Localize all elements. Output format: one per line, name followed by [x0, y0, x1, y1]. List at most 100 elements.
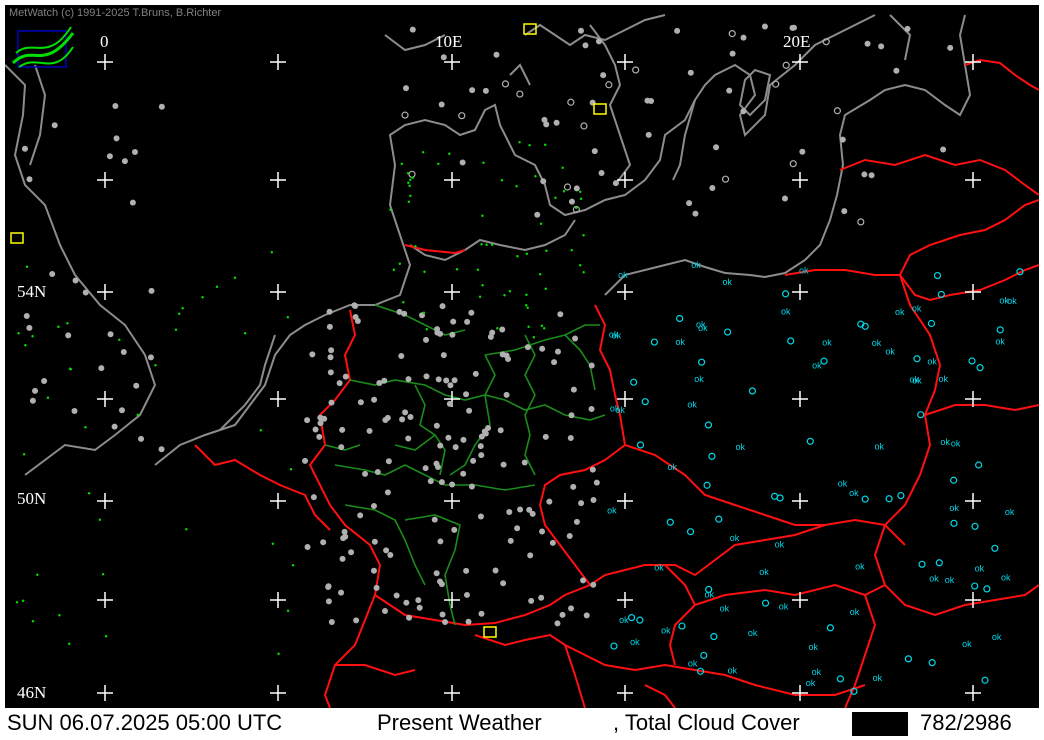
station-symbol — [904, 25, 911, 32]
station-symbol — [636, 616, 644, 624]
station-symbol: • — [500, 175, 503, 185]
station-symbol: • — [26, 262, 29, 272]
station-symbol — [528, 597, 535, 604]
station-symbol — [326, 323, 333, 330]
station-symbol — [415, 597, 422, 604]
station-symbol: • — [392, 265, 395, 275]
station-symbol: ok — [618, 270, 628, 280]
station-symbol — [789, 160, 797, 168]
station-symbol — [514, 525, 521, 532]
station-symbol — [29, 397, 36, 404]
station-symbol: • — [290, 465, 293, 475]
station-symbol — [940, 146, 947, 153]
station-symbol — [820, 357, 828, 365]
station-symbol — [327, 369, 334, 376]
station-symbol — [700, 651, 708, 660]
map-window: ok ok ok ok ok ok ok ok ok ok ok ok ok ok ok ok ok ok ok ok… — [0, 0, 1044, 740]
station-symbol: ok — [927, 356, 937, 366]
station-symbol: • — [244, 328, 247, 338]
station-symbol — [554, 620, 561, 627]
station-symbols: okokokokokokokokokokokokokokokokok okokok… — [10, 23, 1024, 695]
graticule-cross — [270, 54, 286, 70]
station-symbol — [499, 351, 506, 358]
station-symbol: • — [539, 270, 542, 280]
station-symbol — [310, 494, 317, 501]
station-symbol — [120, 348, 127, 355]
station-symbol — [478, 452, 485, 459]
station-symbol — [470, 457, 477, 464]
station-symbol — [710, 632, 718, 641]
station-symbol: • — [17, 328, 20, 338]
station-symbol — [384, 489, 391, 496]
station-symbol — [526, 506, 533, 513]
station-symbol — [573, 518, 580, 525]
graticule-cross — [97, 391, 113, 407]
station-symbol: ok — [929, 574, 939, 584]
station-symbol — [568, 605, 575, 612]
station-symbol — [482, 87, 489, 94]
station-symbol: ok — [949, 503, 959, 513]
station-symbol — [534, 211, 541, 218]
station-symbol — [839, 136, 846, 143]
station-symbol: • — [437, 159, 440, 169]
station-symbol: • — [136, 410, 139, 420]
graticule-cross — [792, 284, 808, 300]
station-symbol: ok — [992, 632, 1002, 642]
station-symbol — [385, 458, 392, 465]
station-symbol — [553, 119, 560, 126]
graticule-cross — [965, 172, 981, 188]
station-symbol — [928, 659, 936, 667]
station-symbol — [325, 583, 332, 590]
station-symbol — [708, 452, 716, 460]
station-symbol — [121, 158, 128, 165]
station-symbol — [996, 326, 1004, 334]
station-symbol — [927, 319, 936, 328]
station-symbol — [857, 218, 865, 226]
station-symbol — [423, 336, 430, 343]
station-symbol: ok — [607, 505, 617, 515]
weather-map[interactable]: ok ok ok ok ok ok ok ok ok ok ok ok ok ok ok ok ok ok ok ok… — [5, 5, 1039, 708]
station-symbol — [382, 608, 389, 615]
station-symbol — [398, 352, 405, 359]
station-symbol — [841, 208, 848, 215]
station-symbol — [383, 547, 390, 554]
station-symbol — [836, 675, 845, 683]
graticule-crosses — [97, 54, 981, 701]
station-symbol: • — [528, 140, 531, 150]
station-symbol — [492, 567, 499, 574]
station-symbol — [950, 519, 958, 527]
station-symbol — [312, 426, 319, 433]
station-symbol: • — [286, 313, 289, 323]
station-symbol — [918, 560, 926, 568]
station-symbol — [595, 38, 602, 45]
station-symbol — [466, 407, 473, 414]
metwatch-logo-icon — [11, 26, 75, 68]
station-symbol — [644, 97, 651, 104]
station-symbol: • — [476, 265, 479, 275]
graticule-cross — [444, 172, 460, 188]
station-symbol: • — [31, 616, 34, 626]
station-symbol: • — [544, 140, 547, 150]
station-symbol — [409, 26, 416, 33]
station-symbol — [339, 555, 346, 562]
station-symbol — [686, 528, 695, 536]
graticule-cross — [97, 54, 113, 70]
station-symbol: ok — [698, 323, 708, 333]
station-symbol — [439, 611, 446, 618]
station-symbol — [21, 145, 28, 152]
station-symbol: ok — [748, 628, 758, 638]
lon-label-20e: 20E — [783, 32, 811, 51]
station-symbol — [158, 103, 165, 110]
station-symbol: • — [174, 325, 177, 335]
station-symbol: ok — [630, 637, 640, 647]
station-symbol — [402, 409, 409, 416]
lon-label-10e: 10E — [435, 32, 463, 51]
station-symbol — [304, 417, 311, 424]
station-symbol — [320, 539, 327, 546]
station-symbol — [728, 30, 736, 38]
station-symbol — [427, 478, 434, 485]
station-symbol: • — [36, 570, 39, 580]
station-symbol — [339, 426, 346, 433]
station-symbol: • — [534, 172, 537, 182]
station-symbol: • — [398, 259, 401, 269]
